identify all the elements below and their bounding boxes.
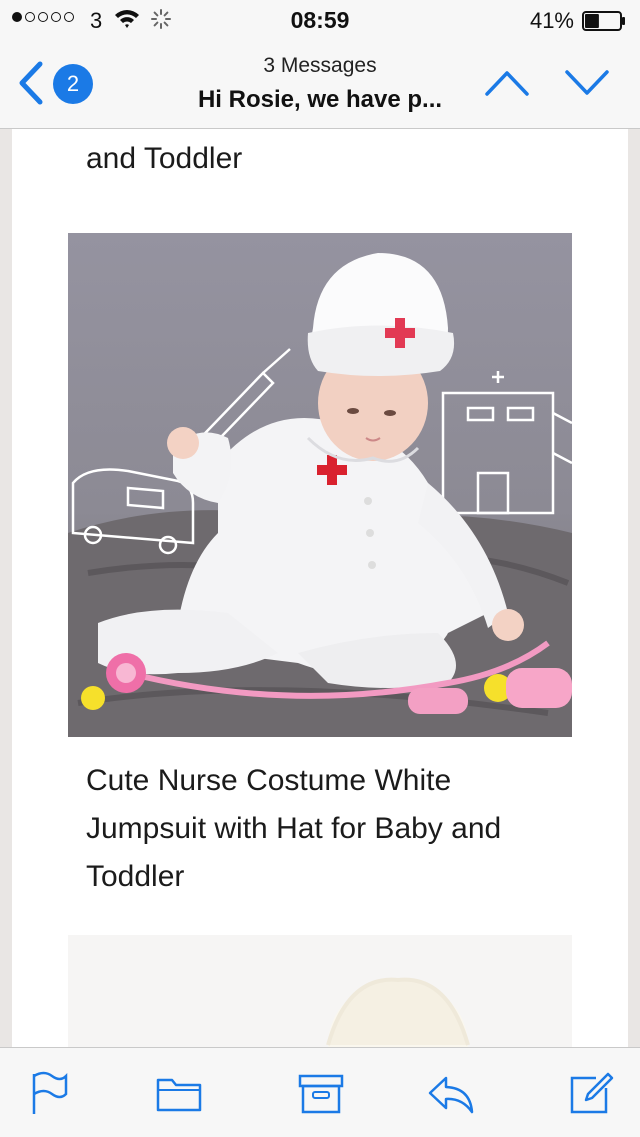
email-body[interactable]: and Toddler Cute Nurse Costume White Jum… xyxy=(12,129,628,1047)
archive-icon[interactable] xyxy=(296,1070,346,1116)
product-title[interactable]: Cute Nurse Costume White Jumpsuit with H… xyxy=(86,757,556,901)
next-product-image[interactable] xyxy=(68,935,572,1047)
bottom-toolbar xyxy=(0,1047,640,1137)
flag-icon[interactable] xyxy=(24,1070,74,1116)
reply-icon[interactable] xyxy=(426,1070,476,1116)
previous-message-icon[interactable] xyxy=(484,68,530,98)
thread-subject: Hi Rosie, we have p... xyxy=(197,86,443,113)
next-message-icon[interactable] xyxy=(564,68,610,98)
battery-percent: 41% xyxy=(529,8,574,33)
product-title-partial[interactable]: and Toddler xyxy=(86,135,242,183)
next-product-photo-partial xyxy=(68,935,572,1047)
folder-icon[interactable] xyxy=(154,1070,204,1116)
navigation-bar: 2 3 Messages Hi Rosie, we have p... xyxy=(0,40,640,129)
status-bar: 3 08:59 41% xyxy=(0,0,640,40)
nurse-costume-baby-illustration xyxy=(68,233,572,737)
thread-message-count: 3 Messages xyxy=(263,54,377,77)
battery-icon xyxy=(582,11,625,31)
compose-icon[interactable] xyxy=(566,1070,616,1116)
product-image[interactable] xyxy=(68,233,572,737)
